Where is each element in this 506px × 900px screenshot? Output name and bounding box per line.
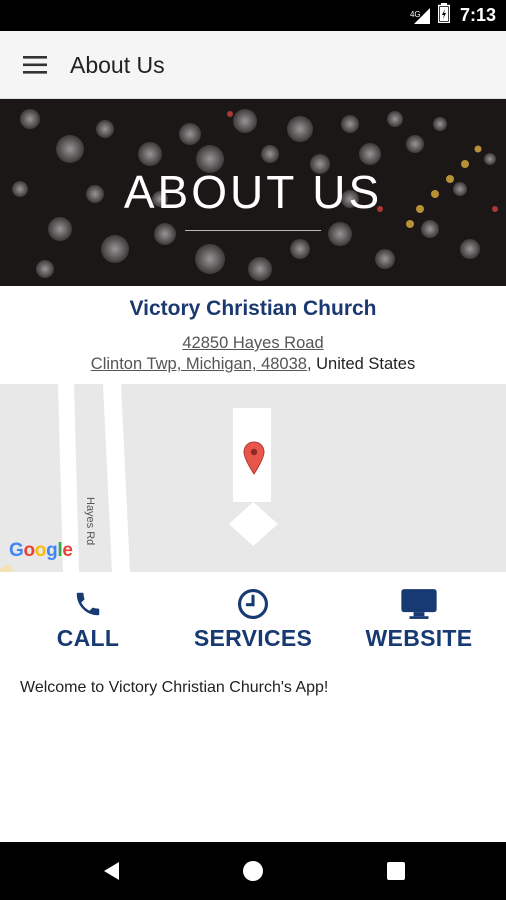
monitor-icon (401, 589, 437, 619)
clock-icon (237, 588, 269, 620)
battery-icon (437, 3, 451, 28)
hamburger-icon (23, 56, 47, 74)
call-button[interactable]: CALL (8, 587, 168, 653)
map-pin-icon[interactable] (243, 441, 265, 475)
hero-banner: ABOUT US (0, 99, 506, 286)
signal-icon: 4G (410, 6, 432, 26)
recents-icon[interactable] (381, 856, 411, 886)
google-logo: Google (9, 540, 73, 561)
welcome-text: Welcome to Victory Christian Church's Ap… (20, 679, 329, 696)
hero-title: ABOUT US (123, 166, 383, 218)
network-label: 4G (409, 9, 421, 19)
page-title: About Us (70, 52, 165, 78)
map-view[interactable] (0, 384, 506, 572)
services-button[interactable]: SERVICES (173, 587, 333, 653)
address-line1-link[interactable]: 42850 Hayes Road (182, 334, 323, 352)
church-address: 42850 Hayes Road Clinton Twp, Michigan, … (0, 333, 506, 375)
map-tiles (0, 384, 506, 572)
phone-icon (76, 592, 100, 616)
toolbar: About Us (0, 31, 506, 99)
services-label: SERVICES (193, 625, 313, 651)
church-name: Victory Christian Church (129, 297, 377, 320)
back-icon[interactable] (97, 856, 127, 886)
status-icons: 4G 7:13 (410, 0, 496, 31)
website-button[interactable]: WEBSITE (339, 587, 499, 653)
address-line2-link[interactable]: Clinton Twp, Michigan, 48038 (91, 355, 307, 373)
screen: 4G 7:13 About Us ABOUT US Victory Christ… (0, 0, 506, 900)
website-label: WEBSITE (365, 625, 473, 651)
address-separator: , (306, 355, 317, 373)
status-time: 7:13 (459, 5, 496, 25)
status-bar: 4G 7:13 (0, 0, 506, 31)
menu-button[interactable] (17, 51, 53, 79)
home-icon[interactable] (238, 856, 268, 886)
address-country: United States (316, 355, 416, 373)
road-label: Hayes Rd (84, 497, 96, 546)
call-label: CALL (56, 625, 120, 651)
hero-divider (185, 230, 321, 231)
nav-bar (0, 842, 506, 900)
